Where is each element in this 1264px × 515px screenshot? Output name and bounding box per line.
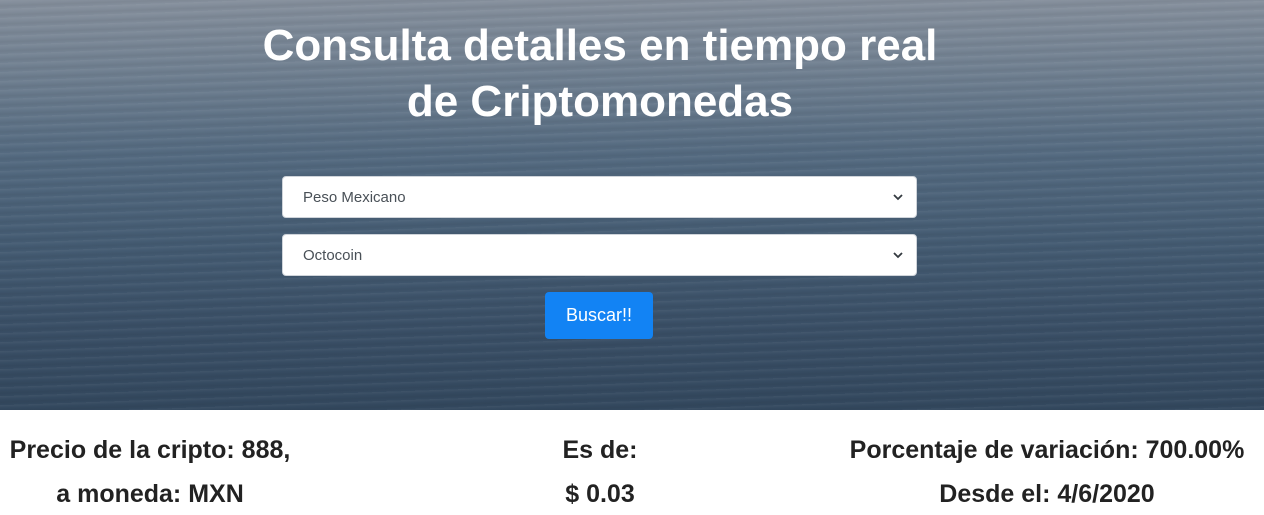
- search-button[interactable]: Buscar!!: [545, 292, 653, 339]
- price-label: Precio de la cripto: 888,: [9, 436, 291, 464]
- variation-since-date: Desde el: 4/6/2020: [939, 480, 1155, 508]
- page-title-line-2: de Criptomonedas: [406, 77, 794, 126]
- currency-label: a moneda: MXN: [56, 480, 244, 508]
- page-title-line-1: Consulta detalles en tiempo real: [262, 21, 938, 70]
- chevron-down-icon: [893, 252, 903, 259]
- chevron-down-icon: [893, 194, 903, 201]
- variation-result: Porcentaje de variación: 700.00% Desde e…: [830, 428, 1264, 515]
- value-label: Es de:: [562, 436, 638, 464]
- crypto-price-result: Precio de la cripto: 888, a moneda: MXN: [0, 428, 300, 515]
- page-title: Consulta detalles en tiempo real de Crip…: [200, 18, 1000, 130]
- crypto-select[interactable]: Octocoin: [282, 234, 917, 276]
- crypto-select-value: Octocoin: [303, 246, 363, 264]
- currency-select-value: Peso Mexicano: [303, 188, 406, 206]
- value-amount: $ 0.03: [565, 480, 635, 508]
- variation-percentage: Porcentaje de variación: 700.00%: [849, 436, 1245, 464]
- hero-banner: Consulta detalles en tiempo real de Crip…: [0, 0, 1264, 410]
- currency-select[interactable]: Peso Mexicano: [282, 176, 917, 218]
- converted-value-result: Es de: $ 0.03: [500, 428, 700, 515]
